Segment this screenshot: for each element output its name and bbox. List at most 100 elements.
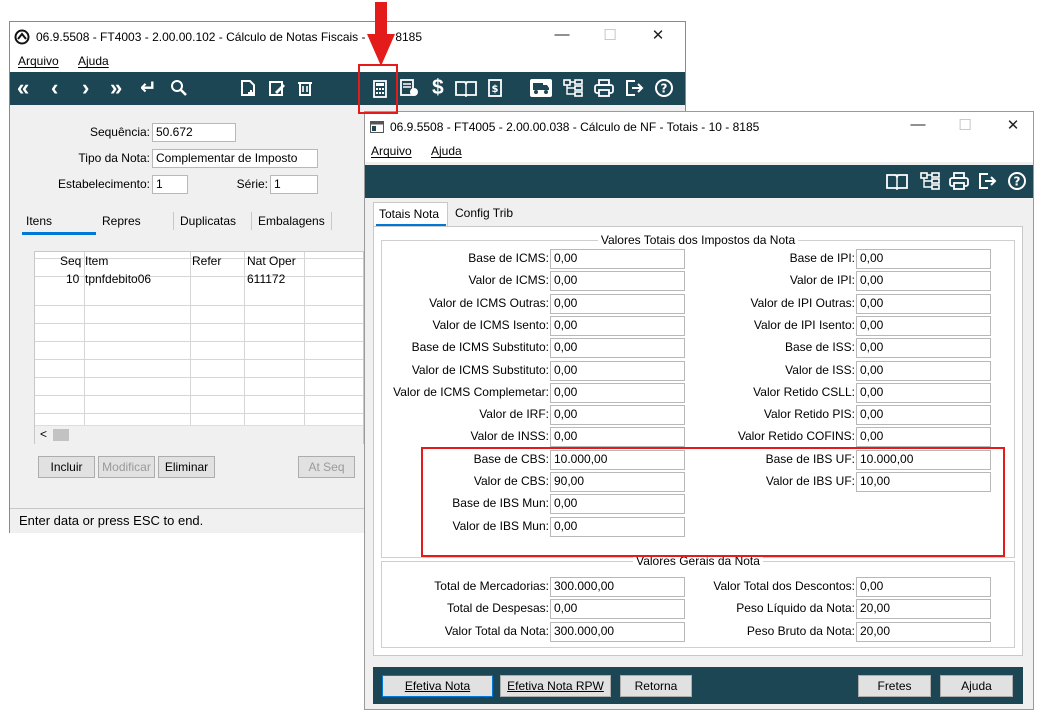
incluir-button[interactable]: Incluir xyxy=(38,456,95,478)
geral-right-field[interactable]: 20,00 xyxy=(856,621,991,642)
imposto-left-label: Valor de ICMS Outras: xyxy=(429,295,549,310)
serie-label: Série: xyxy=(236,177,268,191)
efetiva-nota-rpw-button[interactable]: Efetiva Nota RPW xyxy=(500,675,611,697)
eliminar-button[interactable]: Eliminar xyxy=(158,456,215,478)
exit-icon[interactable] xyxy=(978,172,998,192)
next-record-icon[interactable]: › xyxy=(82,77,89,99)
geral-left-label: Total de Despesas: xyxy=(446,601,549,616)
truck-icon[interactable] xyxy=(529,78,553,100)
sequencia-label: Sequência: xyxy=(89,125,150,139)
money-document-icon[interactable]: $ xyxy=(487,79,503,99)
goto-return-icon[interactable]: ↵ xyxy=(140,78,157,98)
tipo-nota-label: Tipo da Nota: xyxy=(78,151,150,165)
menu-arquivo[interactable]: Arquivo xyxy=(371,144,412,158)
menu-arquivo[interactable]: Arquivo xyxy=(18,54,59,68)
structure-icon[interactable] xyxy=(563,79,583,99)
tab-repres[interactable]: Repres xyxy=(102,214,141,228)
grid-header-item[interactable]: Item xyxy=(85,254,108,268)
back-toolbar: « ‹ › » ↵ $ $ ? xyxy=(10,72,685,105)
delete-trash-icon[interactable] xyxy=(296,79,314,99)
book-icon[interactable] xyxy=(455,79,477,99)
imposto-right-label: Valor Retido COFINS: xyxy=(737,429,855,444)
grid-header-refer[interactable]: Refer xyxy=(192,254,221,268)
search-icon[interactable] xyxy=(170,79,188,99)
edit-document-icon[interactable] xyxy=(268,79,286,99)
imposto-left-label: Valor de ICMS Isento: xyxy=(432,317,550,332)
imposto-right-field[interactable]: 0,00 xyxy=(856,293,991,314)
tab-duplicatas[interactable]: Duplicatas xyxy=(180,214,236,228)
new-document-icon[interactable] xyxy=(239,79,257,99)
imposto-right-label: Valor de IPI Outras: xyxy=(750,295,856,310)
menu-ajuda[interactable]: Ajuda xyxy=(78,54,109,68)
minimize-icon[interactable]: — xyxy=(908,116,928,133)
front-window-title: 06.9.5508 - FT4005 - 2.00.00.038 - Cálcu… xyxy=(390,120,760,134)
document-list-icon[interactable] xyxy=(399,79,419,99)
geral-right-field[interactable]: 20,00 xyxy=(856,599,991,620)
grid-cell-seq[interactable]: 10 xyxy=(66,272,79,286)
exit-icon[interactable] xyxy=(625,79,645,99)
grid-cell-item[interactable]: tpnfdebito06 xyxy=(85,272,151,286)
print-icon[interactable] xyxy=(949,172,969,192)
imposto-right-label: Valor Retido PIS: xyxy=(763,407,855,422)
imposto-left-label: Valor de INSS: xyxy=(470,429,549,444)
grid-header-nat-oper[interactable]: Nat Oper xyxy=(247,254,296,268)
svg-text:$: $ xyxy=(492,84,499,95)
help-icon[interactable]: ? xyxy=(1007,171,1027,193)
minimize-icon[interactable]: — xyxy=(552,26,572,43)
tab-config-trib[interactable]: Config Trib xyxy=(450,202,532,226)
serie-field[interactable]: 1 xyxy=(270,175,318,194)
grid-cell-nat-oper[interactable]: 611172 xyxy=(247,272,285,286)
estabelecimento-field[interactable]: 1 xyxy=(152,175,188,194)
scroll-left-icon[interactable]: < xyxy=(40,427,47,441)
first-record-icon[interactable]: « xyxy=(17,77,29,99)
geral-left-label: Valor Total da Nota: xyxy=(444,623,549,638)
imposto-right-field[interactable]: 0,00 xyxy=(856,382,991,403)
dollar-icon[interactable]: $ xyxy=(432,77,444,98)
geral-right-field[interactable]: 0,00 xyxy=(856,577,991,597)
grid-header-seq[interactable]: Seq xyxy=(60,254,81,268)
back-titlebar: 06.9.5508 - FT4003 - 2.00.00.102 - Cálcu… xyxy=(10,22,685,52)
structure-icon[interactable] xyxy=(920,172,940,192)
imposto-right-field[interactable]: 0,00 xyxy=(856,271,991,292)
tab-totais-nota[interactable]: Totais Nota xyxy=(373,202,448,226)
last-record-icon[interactable]: » xyxy=(110,77,122,99)
menu-ajuda[interactable]: Ajuda xyxy=(431,144,462,158)
scroll-thumb[interactable] xyxy=(53,429,69,441)
book-icon[interactable] xyxy=(886,172,908,192)
bottom-button-bar: Efetiva Nota Efetiva Nota RPW Retorna Fr… xyxy=(373,667,1023,704)
imposto-right-field[interactable]: 0,00 xyxy=(856,360,991,381)
items-grid: Seq Item Refer Nat Oper 10 tpnfdebito06 … xyxy=(34,251,364,444)
horizontal-scrollbar[interactable]: < xyxy=(35,425,363,444)
close-icon[interactable]: ✕ xyxy=(648,26,668,44)
tipo-nota-field[interactable]: Complementar de Imposto xyxy=(152,149,318,168)
tab-separator-2 xyxy=(251,212,252,230)
imposto-right-field[interactable]: 0,00 xyxy=(856,405,991,426)
imposto-right-field[interactable]: 0,00 xyxy=(856,338,991,359)
maximize-icon[interactable]: ☐ xyxy=(955,116,975,134)
maximize-icon[interactable]: ☐ xyxy=(600,26,620,44)
imposto-right-field[interactable]: 0,00 xyxy=(856,315,991,336)
tab-itens[interactable]: Itens xyxy=(26,214,52,228)
close-icon[interactable]: ✕ xyxy=(1003,116,1023,134)
fretes-button[interactable]: Fretes xyxy=(858,675,931,697)
tab-embalagens[interactable]: Embalagens xyxy=(258,214,325,228)
tab-separator-3 xyxy=(331,212,332,230)
sequencia-field[interactable]: 50.672 xyxy=(152,123,236,142)
geral-left-label: Total de Mercadorias: xyxy=(434,579,549,593)
geral-right-label: Valor Total dos Descontos: xyxy=(713,579,855,593)
calculator-highlight-box xyxy=(358,64,398,114)
ajuda-button[interactable]: Ajuda xyxy=(940,675,1013,697)
imposto-right-label: Base de ISS: xyxy=(784,340,855,355)
imposto-right-field[interactable]: 0,00 xyxy=(856,427,991,448)
previous-record-icon[interactable]: ‹ xyxy=(51,77,58,99)
estabelecimento-label: Estabelecimento: xyxy=(57,177,150,191)
imposto-right-field[interactable]: 0,00 xyxy=(856,249,991,269)
help-icon[interactable]: ? xyxy=(654,78,674,100)
front-toolbar: ? xyxy=(365,165,1033,198)
modificar-button[interactable]: Modificar xyxy=(98,456,155,478)
retorna-button[interactable]: Retorna xyxy=(620,675,692,697)
print-icon[interactable] xyxy=(594,79,614,99)
efetiva-nota-button[interactable]: Efetiva Nota xyxy=(382,675,493,697)
valores-totais-title: Valores Totais dos Impostos da Nota xyxy=(382,233,1014,247)
front-menubar: Arquivo Ajuda xyxy=(365,142,1033,162)
